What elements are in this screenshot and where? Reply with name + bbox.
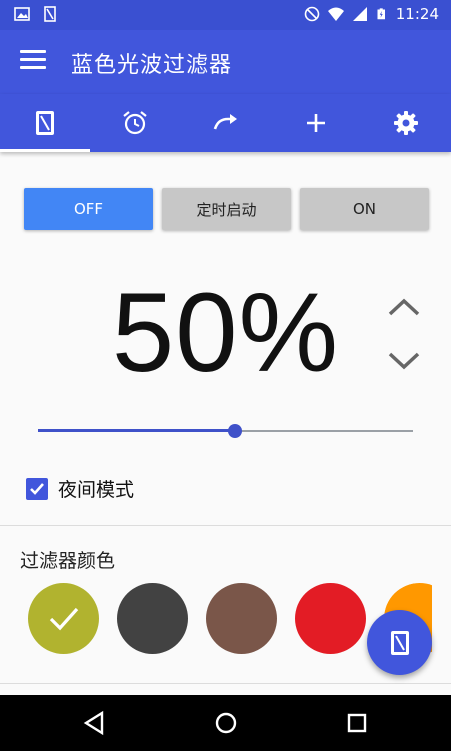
tab-alarm[interactable] xyxy=(90,94,180,152)
plus-icon xyxy=(306,114,325,132)
color-swatch-olive[interactable] xyxy=(28,583,99,654)
decrease-chevron-down-icon[interactable] xyxy=(385,346,423,376)
tab-redo[interactable] xyxy=(180,94,270,152)
battery-charging-icon xyxy=(377,8,385,20)
off-button[interactable]: OFF xyxy=(24,188,153,230)
app-title: 蓝色光波过滤器 xyxy=(71,53,233,78)
intensity-slider[interactable] xyxy=(38,420,413,442)
filter-phone-icon xyxy=(390,630,409,655)
image-notification-icon xyxy=(14,7,30,21)
night-mode-label: 夜间模式 xyxy=(58,479,135,501)
navigation-bar xyxy=(0,695,451,751)
gear-icon xyxy=(393,111,418,135)
divider xyxy=(0,683,451,684)
recents-square-icon[interactable] xyxy=(342,708,372,738)
status-time: 11:24 xyxy=(395,5,439,23)
tab-filter[interactable] xyxy=(0,94,91,152)
night-mode-toggle[interactable]: 夜间模式 xyxy=(26,475,134,502)
on-button[interactable]: ON xyxy=(300,188,429,230)
do-not-disturb-icon xyxy=(304,6,320,22)
color-swatch-dark-gray[interactable] xyxy=(117,583,188,654)
status-bar: 11:24 xyxy=(0,0,451,30)
signal-icon xyxy=(352,7,367,21)
filter-notification-icon xyxy=(44,6,56,22)
slider-thumb[interactable] xyxy=(227,424,242,438)
checkmark-icon xyxy=(30,482,44,495)
color-swatch-brown[interactable] xyxy=(206,583,277,654)
filter-color-title: 过滤器颜色 xyxy=(20,550,116,572)
filter-fab-button[interactable] xyxy=(367,610,432,675)
menu-button[interactable] xyxy=(20,50,46,72)
redo-arrow-icon xyxy=(213,114,237,130)
tab-bar xyxy=(0,94,451,152)
increase-chevron-up-icon[interactable] xyxy=(385,292,423,322)
back-triangle-icon[interactable] xyxy=(80,708,110,738)
slider-fill xyxy=(38,429,235,432)
tab-settings[interactable] xyxy=(361,94,451,152)
color-swatch-red[interactable] xyxy=(295,583,366,654)
tab-add[interactable] xyxy=(271,94,361,152)
night-mode-checkbox[interactable] xyxy=(26,477,48,500)
selected-check-icon xyxy=(49,607,78,630)
alarm-clock-icon xyxy=(123,111,147,135)
wifi-icon xyxy=(327,7,344,21)
filter-phone-icon xyxy=(36,111,55,135)
timer-button[interactable]: 定时启动 xyxy=(162,188,291,230)
app-bar: 蓝色光波过滤器 xyxy=(0,30,451,94)
menu-icon xyxy=(20,50,46,53)
intensity-value: 50% xyxy=(111,270,340,395)
mode-selector: OFF 定时启动 ON xyxy=(24,188,429,230)
divider xyxy=(0,525,451,526)
home-circle-icon[interactable] xyxy=(211,708,241,738)
